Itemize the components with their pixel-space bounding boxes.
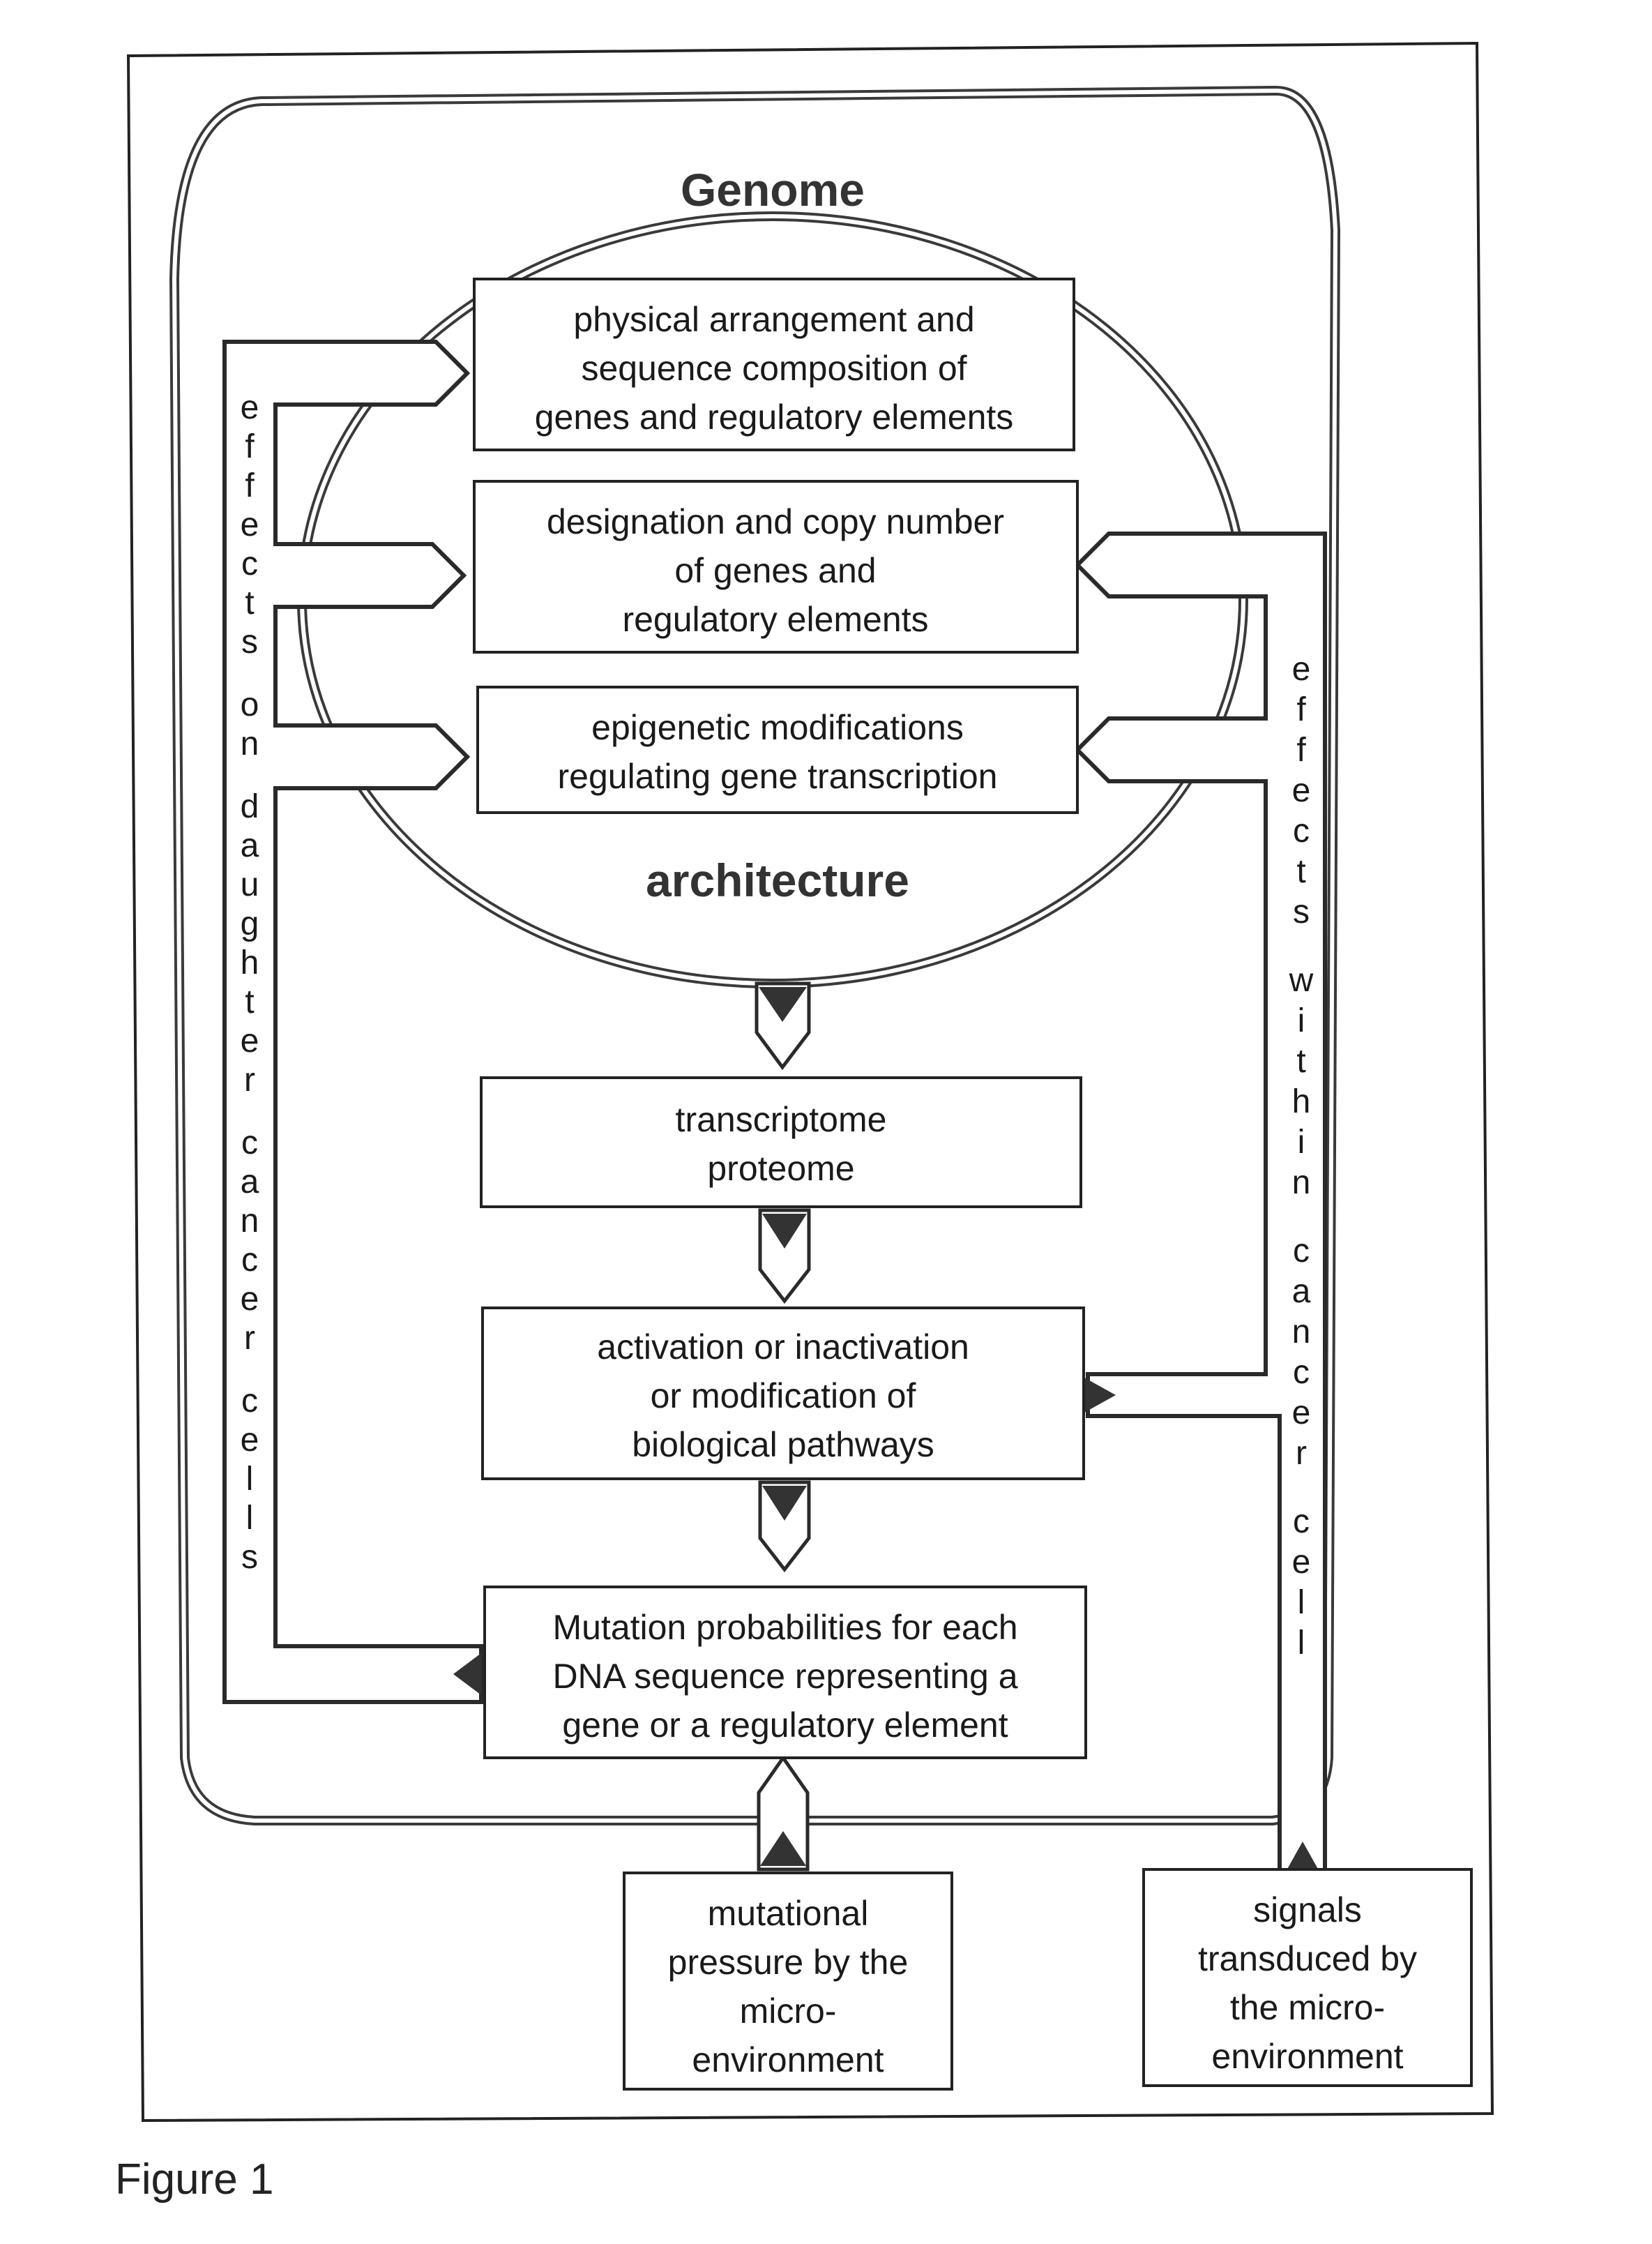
box-line: epigenetic modifications [591, 708, 964, 747]
genome-title: Genome [681, 164, 865, 216]
box-line: physical arrangement and [573, 300, 974, 339]
box-line: Mutation probabilities for each [552, 1608, 1017, 1647]
box-line: proteome [707, 1149, 854, 1188]
label-letter: o [241, 686, 259, 723]
label-letter: e [241, 1422, 259, 1459]
box-line: genes and regulatory elements [535, 398, 1014, 437]
label-letter: f [245, 428, 255, 465]
label-letter: h [241, 944, 259, 981]
box-line: gene or a regulatory element [562, 1705, 1008, 1745]
label-letter: l [1298, 1625, 1305, 1662]
box-transcriptome-proteome: transcriptome proteome [480, 1076, 1082, 1208]
box-line: of genes and [674, 551, 876, 590]
label-letter: f [245, 467, 255, 504]
box-line: the micro- [1230, 1988, 1385, 2027]
box-line: or modification of [651, 1376, 916, 1415]
genome-box-copy-number: designation and copy number of genes and… [473, 480, 1079, 654]
label-letter: e [1292, 1394, 1311, 1431]
label-letter: e [241, 1023, 259, 1060]
figure-caption: Figure 1 [115, 2155, 273, 2204]
label-letter: c [241, 1383, 258, 1420]
diagram-canvas: physical arrangement and sequence compos… [115, 41, 1494, 2204]
label-letter: l [246, 1500, 254, 1537]
label-letter: e [1292, 772, 1311, 809]
arrow-microenv-to-mutation [757, 1754, 810, 1872]
label-letter: n [241, 1203, 259, 1240]
box-line: biological pathways [632, 1425, 934, 1464]
label-letter: h [1292, 1083, 1311, 1120]
label-letter: w [1289, 962, 1314, 999]
label-letter: e [241, 506, 259, 543]
box-line: pressure by the [668, 1943, 909, 1982]
label-letter: c [241, 545, 258, 582]
label-letter: i [1298, 1002, 1305, 1039]
box-line: regulatory elements [622, 600, 928, 639]
box-biological-pathways: activation or inactivation or modificati… [481, 1307, 1085, 1480]
label-letter: i [1298, 1124, 1305, 1161]
box-line: mutational [708, 1894, 869, 1933]
box-line: designation and copy number [547, 502, 1004, 541]
label-letter: r [244, 1062, 255, 1099]
label-letter: c [241, 1124, 258, 1161]
box-line: signals [1253, 1890, 1362, 1929]
label-letter: r [1296, 1435, 1307, 1472]
label-letter: c [1293, 1233, 1310, 1270]
label-letter: s [241, 1539, 258, 1576]
label-letter: f [1296, 732, 1306, 769]
label-letter: a [1292, 1273, 1311, 1310]
arrow-pathways-to-mutation [758, 1480, 811, 1573]
box-line: transcriptome [676, 1100, 887, 1139]
right-feedback-channel [1074, 532, 1327, 1878]
box-line: micro- [740, 1991, 837, 2031]
label-letter: l [246, 1461, 254, 1498]
label-letter: c [1293, 813, 1310, 850]
genome-box-epigenetic: epigenetic modifications regulating gene… [476, 686, 1079, 814]
label-letter: c [1293, 1503, 1310, 1540]
label-letter: l [1298, 1584, 1305, 1621]
box-line: activation or inactivation [597, 1327, 969, 1366]
arrow-genome-to-transcriptome [755, 981, 811, 1071]
genome-box-physical-arrangement: physical arrangement and sequence compos… [473, 278, 1075, 451]
label-letter: t [245, 585, 254, 622]
label-letter: e [1292, 1544, 1311, 1581]
label-letter: c [1293, 1354, 1310, 1391]
label-letter: d [241, 788, 259, 825]
label-letter: t [1296, 853, 1305, 890]
label-letter: a [241, 827, 259, 864]
label-letter: e [241, 389, 259, 426]
box-line: transduced by [1198, 1939, 1417, 1978]
architecture-title: architecture [646, 854, 909, 906]
label-letter: a [241, 1164, 259, 1200]
label-letter: g [241, 905, 259, 942]
arrow-transcriptome-to-pathways [758, 1208, 811, 1304]
label-letter: e [1292, 651, 1311, 688]
label-letter: n [1292, 1164, 1311, 1201]
label-letter: s [241, 624, 258, 661]
box-line: regulating gene transcription [558, 757, 998, 796]
box-mutational-pressure: mutational pressure by the micro- enviro… [623, 1872, 953, 2091]
box-line: environment [692, 2040, 884, 2079]
box-mutation-probabilities: Mutation probabilities for each DNA sequ… [483, 1586, 1087, 1759]
label-letter: e [241, 1281, 259, 1318]
box-line: environment [1211, 2037, 1403, 2076]
label-letter: c [241, 1242, 258, 1279]
label-letter: t [245, 984, 254, 1021]
label-letter: n [1292, 1313, 1311, 1350]
left-feedback-channel [222, 340, 483, 1704]
label-letter: u [241, 866, 259, 903]
box-line: DNA sequence representing a [552, 1657, 1017, 1696]
label-letter: r [244, 1320, 255, 1357]
box-signals-transduced: signals transduced by the micro- environ… [1142, 1868, 1473, 2087]
label-letter: s [1293, 894, 1310, 931]
label-letter: t [1296, 1043, 1305, 1080]
box-line: sequence composition of [581, 349, 967, 388]
label-letter: n [241, 725, 259, 762]
label-letter: f [1296, 691, 1306, 728]
